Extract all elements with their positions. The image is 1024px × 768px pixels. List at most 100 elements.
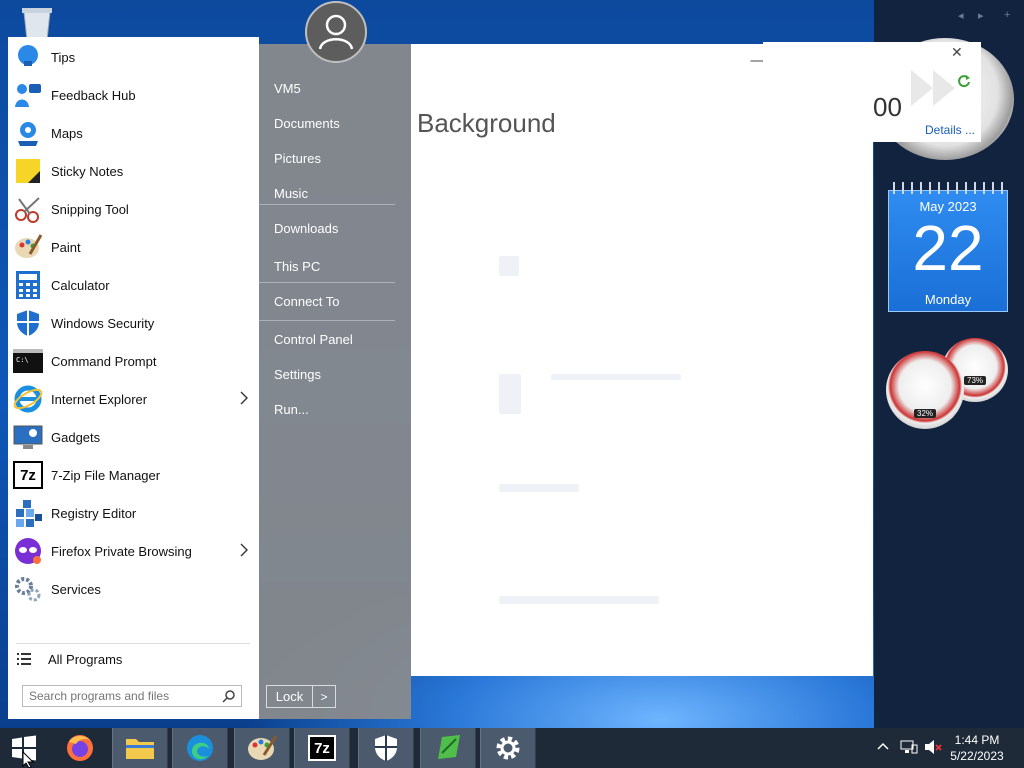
system-clock[interactable]: 1:44 PM 5/22/2023	[944, 732, 1010, 764]
palette-icon	[12, 231, 44, 263]
program-item[interactable]: Sticky Notes	[8, 152, 259, 190]
lock-options-button[interactable]: >	[313, 686, 335, 707]
start-link-documents[interactable]: Documents	[274, 116, 340, 131]
mouse-cursor-icon	[22, 751, 35, 768]
start-link-music[interactable]: Music	[274, 186, 308, 201]
gadgets-icon	[12, 421, 44, 453]
taskbar-7zip[interactable]: 7z	[294, 728, 350, 768]
faded-control	[499, 484, 579, 492]
shield-icon	[375, 735, 397, 761]
taskbar-edge[interactable]	[172, 728, 228, 768]
program-label: Gadgets	[51, 429, 101, 445]
program-item[interactable]: Windows Security	[8, 304, 259, 342]
registry-icon	[12, 497, 44, 529]
program-item[interactable]: Paint	[8, 228, 259, 266]
program-item[interactable]: C:\ Command Prompt	[8, 342, 259, 380]
divider	[259, 282, 395, 283]
sidebar-forward-icon[interactable]: ▸	[978, 9, 984, 22]
program-item[interactable]: Maps	[8, 114, 259, 152]
chevron-up-icon[interactable]	[876, 741, 890, 751]
sidebar-back-icon[interactable]: ◂	[958, 9, 964, 22]
search-input[interactable]	[23, 687, 222, 705]
lock-label[interactable]: Lock	[267, 686, 313, 707]
list-icon	[17, 653, 31, 665]
program-item[interactable]: 7z 7-Zip File Manager	[8, 456, 259, 494]
program-label: Feedback Hub	[51, 87, 136, 103]
faded-control	[499, 596, 659, 604]
program-item[interactable]: Feedback Hub	[8, 76, 259, 114]
program-item[interactable]: Gadgets	[8, 418, 259, 456]
popup-close-button[interactable]: ✕	[951, 44, 963, 61]
program-label: Internet Explorer	[51, 391, 148, 407]
all-programs-button[interactable]: All Programs	[8, 646, 259, 672]
gears-icon	[12, 573, 44, 605]
taskbar-settings[interactable]	[480, 728, 536, 768]
firefox-private-icon	[12, 535, 44, 567]
program-item[interactable]: Firefox Private Browsing	[8, 532, 259, 570]
start-link-run[interactable]: Run...	[274, 402, 309, 417]
clock-time: 1:44 PM	[954, 733, 1000, 747]
gear-icon	[496, 736, 520, 760]
calculator-icon	[12, 269, 44, 301]
program-item[interactable]: Internet Explorer	[8, 380, 259, 418]
all-programs-label: All Programs	[48, 651, 123, 667]
sidebar-add-icon[interactable]: +	[1004, 9, 1010, 21]
taskbar-windows-security[interactable]	[358, 728, 414, 768]
start-link-settings[interactable]: Settings	[274, 367, 321, 382]
leaf-note-icon	[438, 735, 460, 759]
clock-date: 5/22/2023	[950, 749, 1004, 763]
calendar-weekday: Monday	[924, 292, 972, 307]
start-link-pictures[interactable]: Pictures	[274, 151, 321, 166]
calendar-gadget[interactable]: May 2023 22 Monday	[888, 182, 1009, 312]
program-item[interactable]: Tips	[8, 38, 259, 76]
maps-icon	[12, 117, 44, 149]
popup-number: 00	[873, 92, 902, 122]
recycle-bin-icon[interactable]	[16, 6, 58, 40]
program-label: Paint	[51, 239, 81, 255]
network-icon[interactable]	[900, 738, 918, 756]
start-link-connect-to[interactable]: Connect To	[274, 294, 340, 309]
7zip-icon: 7z	[12, 459, 44, 491]
taskbar-notepad-app[interactable]	[420, 728, 476, 768]
7zip-icon: 7z	[308, 735, 336, 761]
start-link-control-panel[interactable]: Control Panel	[274, 332, 353, 347]
volume-muted-icon[interactable]	[924, 738, 942, 756]
faded-control	[499, 256, 519, 276]
edge-icon	[187, 735, 213, 761]
start-link-this-pc[interactable]: This PC	[274, 259, 320, 274]
faded-control	[499, 374, 521, 414]
scissors-icon	[12, 193, 44, 225]
taskbar-file-explorer[interactable]	[112, 728, 168, 768]
program-item[interactable]: Calculator	[8, 266, 259, 304]
program-item[interactable]: Snipping Tool	[8, 190, 259, 228]
lightbulb-icon	[12, 41, 44, 73]
program-label: Windows Security	[51, 315, 155, 331]
calendar-rings	[889, 182, 1009, 194]
start-link-downloads[interactable]: Downloads	[274, 221, 338, 236]
memory-percent: 73%	[963, 376, 987, 385]
program-label: 7-Zip File Manager	[51, 467, 161, 483]
taskbar-paint[interactable]	[234, 728, 290, 768]
firefox-icon	[67, 735, 93, 761]
palette-icon	[248, 735, 278, 760]
program-label: Tips	[51, 49, 76, 65]
chevron-right-icon[interactable]	[239, 391, 259, 408]
details-link[interactable]: Details ...	[925, 123, 975, 137]
faded-control	[551, 374, 681, 380]
search-box[interactable]	[22, 685, 242, 707]
start-menu-places: VM5 Documents Pictures Music Downloads This P…	[259, 44, 411, 719]
taskbar-firefox[interactable]	[52, 728, 108, 768]
svg-text:C:\: C:\	[16, 356, 29, 364]
user-avatar[interactable]	[305, 1, 367, 63]
chevron-right-icon[interactable]	[239, 543, 259, 560]
search-icon[interactable]	[222, 689, 236, 703]
cpu-meter[interactable]: 32%	[886, 351, 964, 429]
calendar-day: 22	[912, 212, 984, 284]
refresh-icon[interactable]	[957, 74, 971, 88]
lock-button[interactable]: Lock >	[266, 685, 336, 708]
program-item[interactable]: Services	[8, 570, 259, 608]
program-item[interactable]: Registry Editor	[8, 494, 259, 532]
start-link-vm5[interactable]: VM5	[274, 81, 301, 96]
program-label: Snipping Tool	[51, 201, 129, 217]
page-title: Background	[417, 108, 556, 138]
